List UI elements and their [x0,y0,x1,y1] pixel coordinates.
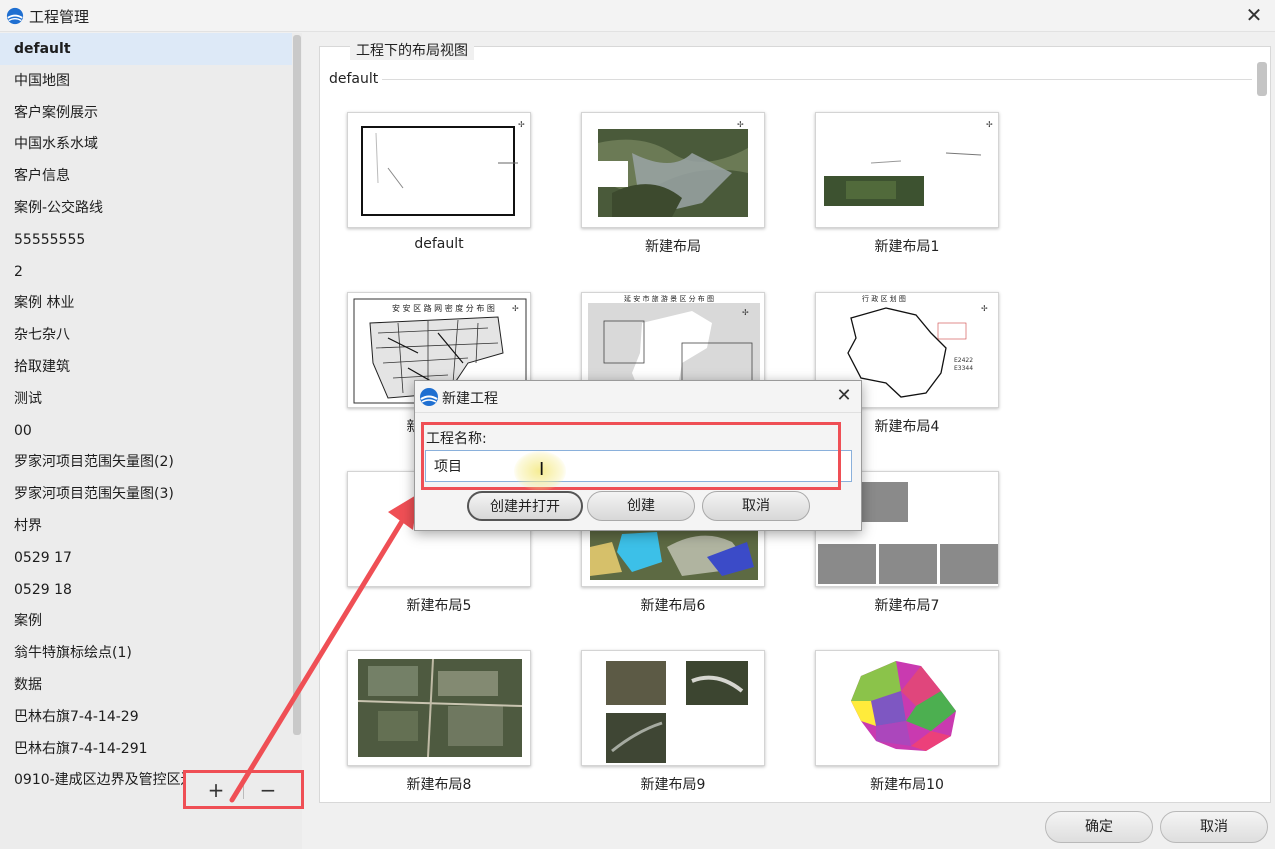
layout-card-label: 新建布局6 [640,598,706,614]
app-logo-icon [420,388,438,406]
svg-text:✢: ✢ [737,120,744,129]
project-item[interactable]: 杂七杂八 [0,319,292,351]
project-item[interactable]: 巴林右旗7-4-14-29 [0,701,292,733]
thumb-title: 延 安 市 旅 游 景 区 分 布 图 [624,294,714,303]
project-item[interactable]: 罗家河项目范围矢量图(2) [0,446,292,478]
layout-thumbnail: ✢ [581,112,765,228]
layout-thumbnail: ✢ [347,112,531,228]
layout-card-label: 新建布局5 [406,598,472,614]
group-divider [382,79,1252,80]
layout-card-label: 新建布局 [645,239,701,255]
layout-card-label: 新建布局8 [406,777,472,793]
create-button[interactable]: 创建 [587,491,695,521]
layout-card-default[interactable]: ✢ default [347,112,531,252]
layout-section-title: 工程下的布局视图 [350,40,474,60]
project-item[interactable]: 0529 17 [0,542,292,574]
project-item[interactable]: 测试 [0,383,292,415]
button-separator [243,781,244,799]
new-project-dialog: 新建工程 ✕ 工程名称: I 创建并打开 创建 取消 [414,380,862,531]
project-list: default 中国地图 客户案例展示 中国水系水域 客户信息 案例-公交路线 … [0,33,292,803]
layout-card-label: default [414,236,464,252]
layout-card-label: 新建布局9 [640,777,706,793]
layout-panel-scrollbar[interactable] [1257,62,1267,96]
add-project-button[interactable]: + [196,777,236,803]
layout-card-label: 新建布局1 [874,239,940,255]
project-item[interactable]: 00 [0,415,292,447]
project-item[interactable]: 翁牛特旗标绘点(1) [0,637,292,669]
project-list-scrollbar[interactable] [293,35,301,735]
dialog-title-bar: 新建工程 ✕ [415,381,861,413]
project-item[interactable]: 中国水系水域 [0,128,292,160]
dialog-title: 新建工程 [442,391,498,407]
layout-group-title: default [329,71,379,87]
svg-text:✢: ✢ [742,308,749,317]
svg-text:E3344: E3344 [954,365,973,372]
thumb-title: 安 安 区 路 网 密 度 分 布 图 [392,303,495,313]
project-item[interactable]: 拾取建筑 [0,351,292,383]
layout-thumbnail [347,650,531,766]
project-item[interactable]: 中国地图 [0,65,292,97]
dialog-close-icon[interactable]: ✕ [833,385,855,407]
dialog-cancel-button[interactable]: 取消 [702,491,810,521]
project-item[interactable]: 2 [0,256,292,288]
layout-card[interactable]: ✢ 新建布局1 [815,112,999,255]
project-item[interactable]: 案例-公交路线 [0,192,292,224]
project-item[interactable]: 巴林右旗7-4-14-291 [0,733,292,765]
project-item-default[interactable]: default [0,33,292,65]
project-item[interactable]: 村界 [0,510,292,542]
window-close-icon[interactable]: ✕ [1243,4,1265,26]
svg-text:✢: ✢ [981,304,988,313]
thumb-title: 行 政 区 划 图 [862,294,906,303]
svg-text:E2422: E2422 [954,357,973,364]
project-item[interactable]: 案例 林业 [0,287,292,319]
layout-card[interactable]: ✢ 新建布局 [581,112,765,255]
add-remove-highlight: + − [183,770,304,809]
project-item[interactable]: 数据 [0,669,292,701]
project-item[interactable]: 罗家河项目范围矢量图(3) [0,478,292,510]
project-item[interactable]: 客户信息 [0,160,292,192]
layout-card-label: 新建布局10 [870,777,944,793]
layout-card-label: 新建布局7 [874,598,940,614]
project-item[interactable]: 案例 [0,605,292,637]
layout-thumbnail [815,650,999,766]
layout-card[interactable]: 新建布局10 [815,650,999,793]
layout-thumbnail [581,650,765,766]
svg-text:✢: ✢ [518,120,525,129]
project-list-panel: default 中国地图 客户案例展示 中国水系水域 客户信息 案例-公交路线 … [0,33,302,849]
layout-card[interactable]: 新建布局9 [581,650,765,793]
create-and-open-button[interactable]: 创建并打开 [467,491,583,521]
window-title: 工程管理 [29,8,90,26]
project-item[interactable]: 0529 18 [0,574,292,606]
svg-text:✢: ✢ [512,304,519,313]
ok-button[interactable]: 确定 [1045,811,1153,843]
window-title-bar: 工程管理 ✕ [0,0,1275,32]
app-logo-icon [6,7,24,25]
project-item[interactable]: 55555555 [0,224,292,256]
layout-thumbnail: ✢ [815,112,999,228]
cancel-button[interactable]: 取消 [1160,811,1268,843]
input-highlight [421,422,841,490]
layout-card[interactable]: 新建布局8 [347,650,531,793]
remove-project-button[interactable]: − [248,777,288,803]
svg-text:✢: ✢ [986,120,993,129]
project-item[interactable]: 客户案例展示 [0,97,292,129]
